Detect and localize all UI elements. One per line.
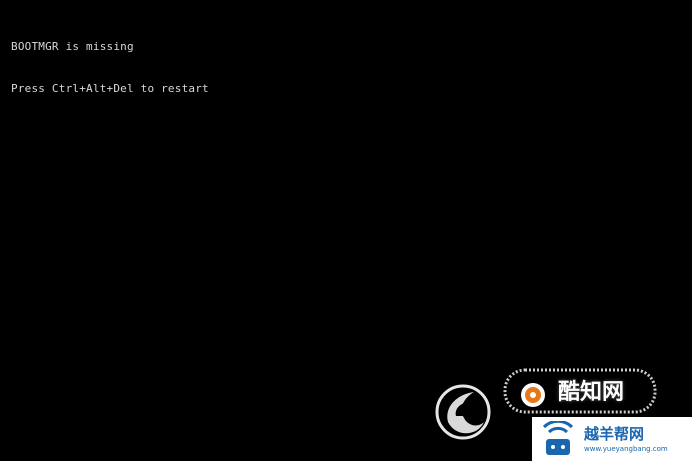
error-message: BOOTMGR is missing xyxy=(11,40,134,53)
wifi-house-logo-icon xyxy=(542,421,574,455)
console-output: BOOTMGR is missing Press Ctrl+Alt+Del to… xyxy=(11,12,209,124)
swirl-logo-icon xyxy=(435,384,491,440)
badge-logo-icon xyxy=(521,383,545,407)
site-name: 越羊帮网 xyxy=(584,425,645,443)
badge-text: 酷知网 xyxy=(558,380,625,405)
restart-instruction: Press Ctrl+Alt+Del to restart xyxy=(11,82,209,95)
watermark-overlay: 酷知网 越羊帮网 www.yueyangbang.com xyxy=(432,366,692,461)
site-url: www.yueyangbang.com xyxy=(584,445,668,453)
boot-error-screen: BOOTMGR is missing Press Ctrl+Alt+Del to… xyxy=(0,0,692,461)
site-watermark: 越羊帮网 www.yueyangbang.com xyxy=(532,417,692,461)
